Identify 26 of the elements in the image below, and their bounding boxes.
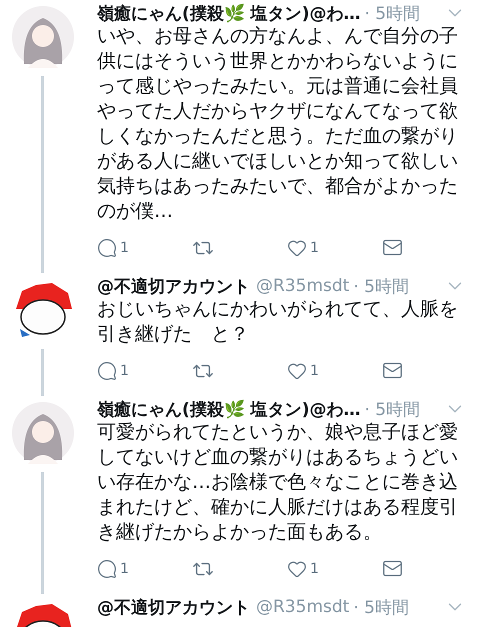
mail-icon[interactable] — [382, 237, 403, 258]
tweet-text: いや、お母さんの方なんよ、んで自分の子供にはそういう世界とかかわらないようにって感じやったみたい。元は普通に会社員やってた人だからヤクザになんてなって欲しくなかったんだと思う。ただ血の繋がりがある人に継いでほしいとか知って欲しい気持ちはあったみたいで、都合がよかったのが僕… — [97, 24, 459, 224]
user-name[interactable]: 嶺癒にゃん(撲殺🌿 塩タン)@わ… — [97, 2, 360, 24]
heart-icon[interactable] — [287, 238, 307, 258]
tweet-text: おじいちゃんにかわいがられてて、人脈を引き継げた と？ — [97, 297, 459, 347]
like-count: 1 — [310, 560, 319, 576]
user-name[interactable]: @不適切アカウント — [97, 274, 250, 298]
reply-count: 1 — [120, 362, 129, 378]
reply-icon[interactable] — [97, 558, 117, 578]
timestamp: · 5時間 — [353, 276, 409, 298]
timestamp: · 5時間 — [364, 398, 420, 420]
timestamp: · 5時間 — [353, 596, 409, 618]
reply-count: 1 — [120, 560, 129, 576]
mail-icon[interactable] — [382, 558, 403, 579]
timestamp: · 5時間 — [364, 2, 420, 24]
tweet-text: 可愛がられてたというか、娘や息子ほど愛してないけど血の繋がりはあるちょうどいい存在かな…お陰様で色々なことに巻き込まれたけど、確かに人脈だけはある程度引き継げたからよかった面もある。 — [97, 420, 459, 545]
like-count: 1 — [310, 362, 319, 378]
mail-icon[interactable] — [382, 360, 403, 381]
user-name[interactable]: 嶺癒にゃん(撲殺🌿 塩タン)@わ… — [97, 398, 360, 420]
like-count: 1 — [310, 240, 319, 256]
reply-icon[interactable] — [97, 238, 117, 258]
reply-icon[interactable] — [97, 360, 117, 380]
heart-icon[interactable] — [287, 558, 307, 578]
heart-icon[interactable] — [287, 360, 307, 380]
user-name[interactable]: @不適切アカウント — [97, 596, 250, 618]
reply-count: 1 — [120, 240, 129, 256]
